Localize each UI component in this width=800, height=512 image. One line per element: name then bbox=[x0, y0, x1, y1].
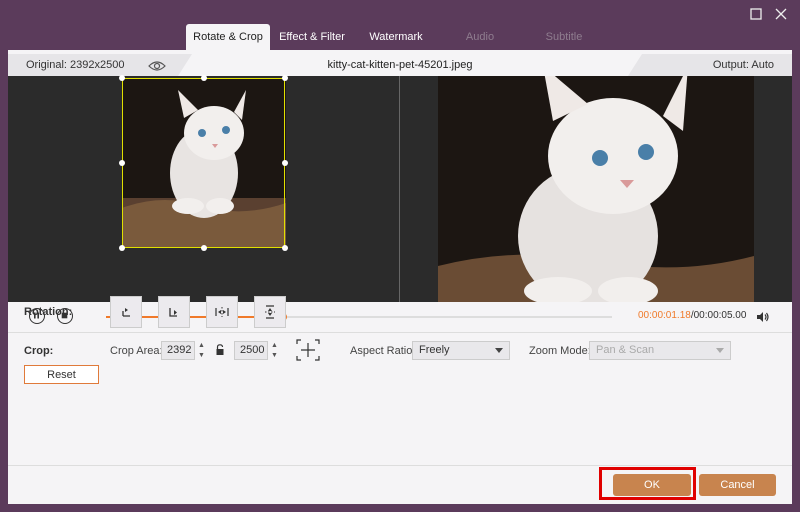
controls-divider bbox=[8, 332, 792, 333]
stepper-down-icon[interactable]: ▼ bbox=[198, 351, 208, 360]
crop-handle-left[interactable] bbox=[119, 160, 125, 166]
chevron-down-icon bbox=[495, 348, 503, 353]
zoom-mode-select[interactable]: Pan & Scan bbox=[589, 341, 731, 360]
crop-handle-top-left[interactable] bbox=[119, 75, 125, 81]
current-time: 00:00:01.18 bbox=[638, 310, 691, 321]
stepper-down-icon[interactable]: ▼ bbox=[271, 351, 281, 360]
ok-highlight-outline bbox=[599, 467, 696, 500]
chevron-down-icon bbox=[716, 348, 724, 353]
aspect-ratio-label: Aspect Ratio: bbox=[350, 345, 416, 357]
zoom-mode-label: Zoom Mode: bbox=[529, 345, 591, 357]
crop-handle-bottom-right[interactable] bbox=[282, 245, 288, 251]
output-box: Output: Auto bbox=[628, 54, 792, 76]
editor-panel: Original: 2392x2500 kitty-cat-kitten-pet… bbox=[8, 50, 792, 504]
tab-watermark[interactable]: Watermark bbox=[354, 24, 438, 50]
crop-width-stepper[interactable]: ▲ ▼ bbox=[198, 341, 208, 360]
crop-handle-bottom-left[interactable] bbox=[119, 245, 125, 251]
tab-audio[interactable]: Audio bbox=[438, 24, 522, 50]
crop-height-input[interactable]: 2500 bbox=[234, 341, 268, 360]
tab-effect-filter[interactable]: Effect & Filter bbox=[270, 24, 354, 50]
volume-icon[interactable] bbox=[756, 310, 770, 324]
flip-vertical-button[interactable] bbox=[254, 296, 286, 328]
flip-horizontal-icon bbox=[215, 307, 229, 317]
cancel-button[interactable]: Cancel bbox=[699, 474, 776, 496]
rotate-left-icon bbox=[122, 308, 130, 317]
stepper-up-icon[interactable]: ▲ bbox=[271, 341, 281, 350]
tab-bar: Rotate & Crop Effect & Filter Watermark … bbox=[186, 24, 606, 50]
aspect-ratio-select[interactable]: Freely bbox=[412, 341, 510, 360]
tab-rotate-crop[interactable]: Rotate & Crop bbox=[186, 24, 270, 50]
rotate-right-icon bbox=[169, 308, 177, 317]
reset-button[interactable]: Reset bbox=[24, 365, 99, 384]
stepper-up-icon[interactable]: ▲ bbox=[198, 341, 208, 350]
crop-width-input[interactable]: 2392 bbox=[161, 341, 195, 360]
footer-divider bbox=[8, 465, 792, 466]
rotation-label: Rotation: bbox=[24, 306, 73, 318]
crop-handle-right[interactable] bbox=[282, 160, 288, 166]
crop-handle-top-right[interactable] bbox=[282, 75, 288, 81]
lock-ratio-icon[interactable] bbox=[215, 344, 225, 356]
crop-handle-bottom[interactable] bbox=[201, 245, 207, 251]
time-display: 00:00:01.18/00:00:05.00 bbox=[638, 310, 746, 321]
close-icon bbox=[775, 8, 787, 20]
info-bar: Original: 2392x2500 kitty-cat-kitten-pet… bbox=[8, 50, 792, 76]
output-label: Output: Auto bbox=[712, 59, 774, 71]
flip-horizontal-button[interactable] bbox=[206, 296, 238, 328]
crop-frame[interactable] bbox=[122, 78, 285, 248]
aspect-ratio-value: Freely bbox=[419, 344, 450, 356]
zoom-mode-value: Pan & Scan bbox=[596, 344, 655, 356]
total-time: /00:00:05.00 bbox=[690, 310, 747, 321]
crop-area-label: Crop Area: bbox=[110, 345, 163, 357]
maximize-icon bbox=[750, 8, 762, 20]
rotate-left-button[interactable] bbox=[110, 296, 142, 328]
center-crop-icon[interactable] bbox=[295, 338, 321, 362]
tab-subtitle[interactable]: Subtitle bbox=[522, 24, 606, 50]
preview-area bbox=[8, 75, 792, 302]
crop-label: Crop: bbox=[24, 345, 54, 357]
crop-handle-top[interactable] bbox=[201, 75, 207, 81]
rotate-right-button[interactable] bbox=[158, 296, 190, 328]
flip-vertical-icon bbox=[265, 305, 275, 319]
close-button[interactable] bbox=[773, 6, 789, 22]
preview-divider bbox=[399, 76, 400, 302]
maximize-button[interactable] bbox=[748, 6, 764, 22]
crop-height-stepper[interactable]: ▲ ▼ bbox=[271, 341, 281, 360]
output-preview-image bbox=[438, 76, 754, 302]
